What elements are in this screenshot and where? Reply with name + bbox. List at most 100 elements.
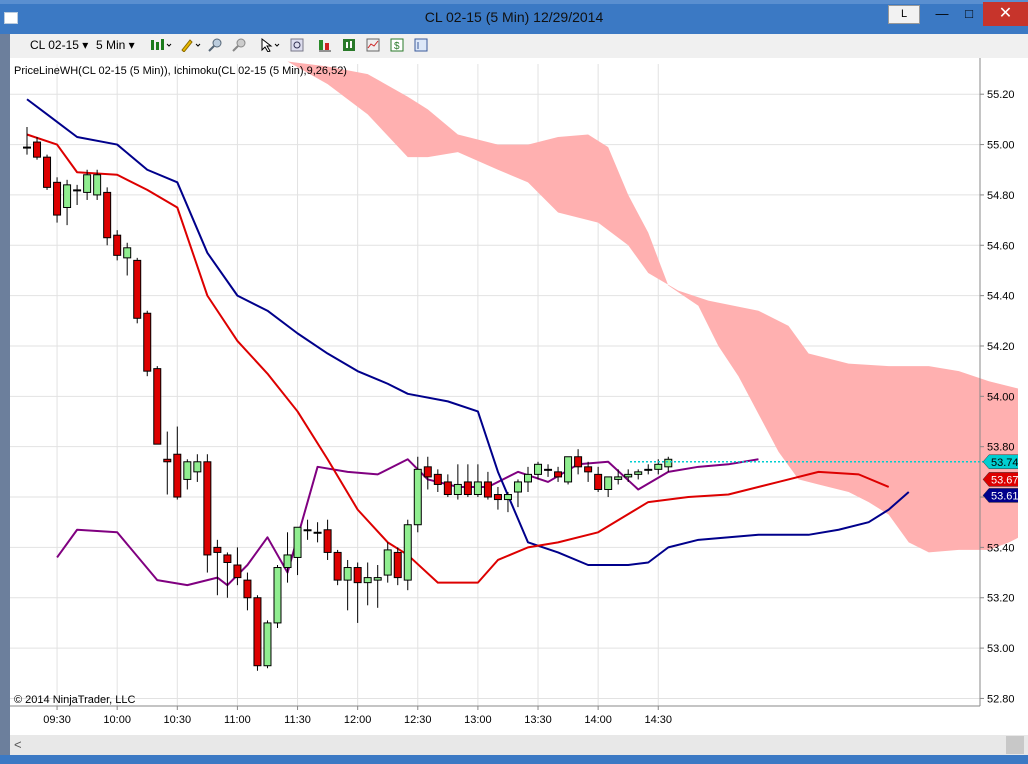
candle-body — [574, 456, 583, 468]
candle-body — [293, 526, 302, 558]
toolbar: CL 02-15 ▾ 5 Min ▾ $ — [10, 34, 1028, 59]
cursor-icon[interactable] — [260, 38, 282, 52]
candle-body — [524, 473, 532, 483]
x-tick-label: 10:30 — [164, 714, 192, 726]
y-tick-label: 54.00 — [987, 391, 1015, 403]
candle — [403, 519, 412, 591]
candle-body — [644, 468, 653, 471]
candle — [203, 454, 212, 573]
candle-body — [313, 531, 322, 534]
bottom-border — [0, 755, 1028, 764]
candle-body — [534, 463, 543, 475]
chart-window: CL 02-15 (5 Min) 12/29/2014 L — □ ✕ CL 0… — [0, 0, 1028, 764]
candle-body — [473, 481, 482, 496]
y-tick-label: 54.80 — [987, 190, 1015, 202]
magnifier-icon[interactable] — [290, 38, 304, 52]
candle-body — [664, 458, 673, 468]
instrument-selector[interactable]: CL 02-15 ▾ — [30, 38, 88, 52]
price-chart[interactable]: 55.20 55.00 54.80 54.60 54.40 54.20 54.00 53.80… — [10, 58, 1018, 735]
candle-body — [173, 453, 182, 498]
candle — [103, 187, 112, 246]
candle-body — [63, 184, 72, 209]
candle-body — [113, 234, 122, 256]
candle — [43, 154, 52, 190]
horizontal-scrollbar[interactable]: < — [10, 735, 1028, 755]
x-tick-label: 11:30 — [284, 714, 311, 726]
y-tick-label: 52.80 — [987, 693, 1015, 705]
candle-body — [23, 146, 31, 149]
interval-selector[interactable]: 5 Min ▾ — [96, 38, 135, 52]
bar-type-icon[interactable] — [150, 38, 172, 52]
y-tick-label: 55.00 — [987, 140, 1015, 152]
candle — [253, 595, 262, 671]
candle-body — [483, 481, 492, 498]
candle-body — [544, 468, 553, 471]
candle-body — [423, 466, 432, 478]
candle-body — [554, 471, 563, 478]
candle-body — [654, 463, 663, 470]
y-tick-label: 53.20 — [987, 593, 1015, 605]
candle-body — [393, 551, 402, 579]
candle-body — [193, 461, 202, 473]
candle-body — [493, 494, 502, 501]
candle-body — [73, 189, 82, 192]
candle-body — [213, 546, 222, 553]
candle-body — [43, 156, 52, 188]
interval-label: 5 Min — [96, 38, 126, 52]
candle-body — [253, 597, 262, 667]
candle — [564, 456, 573, 485]
candle-body — [153, 368, 162, 445]
left-edge — [0, 34, 10, 764]
pencil-icon[interactable] — [180, 38, 202, 52]
candle-body — [433, 473, 442, 485]
candle-body — [373, 577, 382, 581]
x-tick-label: 12:30 — [404, 714, 432, 726]
x-tick-label: 13:30 — [524, 714, 552, 726]
candle-body — [513, 481, 522, 493]
zoom-in-icon[interactable] — [208, 38, 222, 52]
candle — [273, 565, 282, 628]
candle-body — [584, 466, 593, 473]
candle-body — [634, 471, 643, 475]
y-tick-label: 54.20 — [987, 341, 1015, 353]
candle-body — [614, 476, 623, 480]
dollar-icon[interactable]: $ — [390, 38, 404, 52]
right-edge — [1018, 58, 1028, 764]
candle — [153, 366, 162, 445]
y-tick-label: 54.60 — [987, 240, 1015, 252]
scroll-thumb[interactable] — [1006, 736, 1024, 754]
scroll-left-icon[interactable]: < — [14, 737, 22, 752]
candle-body — [413, 468, 422, 526]
svg-text:$: $ — [394, 41, 400, 52]
candle — [263, 620, 272, 669]
close-icon[interactable]: ✕ — [983, 2, 1028, 26]
chart-trader-icon[interactable] — [366, 38, 380, 52]
zoom-out-icon[interactable] — [232, 38, 246, 52]
candle-body — [163, 458, 172, 463]
candle-body — [463, 481, 472, 496]
x-tick-label: 14:00 — [584, 714, 612, 726]
y-tick-label: 53.00 — [987, 643, 1015, 655]
data-box-icon[interactable] — [414, 38, 428, 52]
price-label-text: 53.67 — [991, 474, 1018, 486]
candle — [143, 310, 152, 377]
candle-body — [133, 259, 142, 319]
minimize-icon[interactable]: — — [927, 4, 957, 24]
price-label-text: 53.74 — [991, 457, 1018, 469]
candle-body — [453, 483, 462, 496]
candle-body — [564, 456, 573, 483]
price-labels: 53.74 53.67 53.61 — [982, 454, 1018, 503]
window-title: CL 02-15 (5 Min) 12/29/2014 — [424, 9, 604, 25]
strategy-icon[interactable] — [342, 38, 356, 52]
candle-body — [323, 529, 332, 553]
candle-body — [123, 247, 132, 259]
title-bar[interactable]: CL 02-15 (5 Min) 12/29/2014 L — □ ✕ — [0, 0, 1028, 34]
candle — [133, 257, 142, 324]
l-button[interactable]: L — [888, 5, 920, 24]
y-tick-label: 55.20 — [987, 89, 1015, 101]
candle-body — [93, 174, 102, 196]
candle-body — [503, 494, 512, 501]
candle-body — [183, 461, 192, 480]
maximize-icon[interactable]: □ — [954, 4, 984, 24]
properties-icon[interactable] — [318, 38, 332, 52]
